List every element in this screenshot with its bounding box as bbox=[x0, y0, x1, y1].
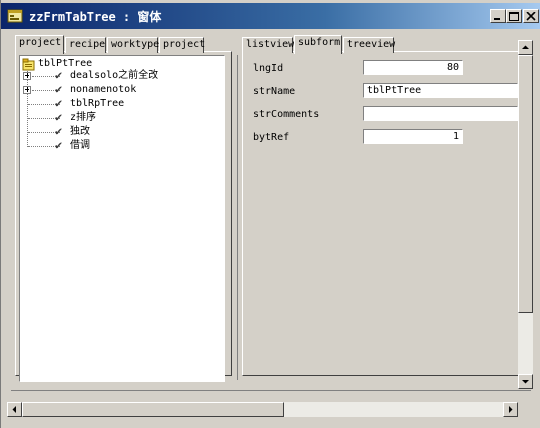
tab-label: project bbox=[163, 39, 206, 50]
tab-label: treeview bbox=[347, 39, 396, 50]
tab-label: recipe bbox=[69, 39, 106, 50]
checkmark-icon: ✔ bbox=[55, 96, 63, 110]
maximize-icon bbox=[509, 12, 519, 21]
tree-item[interactable]: dealsolo之前全改 bbox=[70, 69, 158, 83]
pane-divider[interactable] bbox=[237, 55, 238, 380]
tab-worktype[interactable]: worktype bbox=[107, 37, 160, 53]
horizontal-scrollbar[interactable] bbox=[7, 402, 518, 417]
arrow-up-icon bbox=[522, 45, 529, 49]
scroll-thumb[interactable] bbox=[22, 402, 284, 417]
tab-label: worktype bbox=[111, 39, 160, 50]
checkmark-icon: ✔ bbox=[55, 68, 63, 82]
form-icon bbox=[7, 8, 23, 24]
close-button[interactable] bbox=[523, 9, 539, 23]
maximize-button[interactable] bbox=[506, 9, 522, 23]
tree-item[interactable]: 借调 bbox=[70, 139, 90, 153]
arrow-down-icon bbox=[522, 380, 529, 384]
arrow-right-icon bbox=[509, 406, 513, 413]
checkmark-icon: ✔ bbox=[55, 82, 63, 96]
tab-label: subform bbox=[298, 37, 341, 48]
minimize-icon bbox=[494, 18, 500, 20]
lngid-field[interactable]: 80 bbox=[363, 60, 463, 75]
tab-project[interactable]: project bbox=[15, 35, 64, 54]
arrow-left-icon bbox=[12, 406, 16, 413]
strname-field[interactable]: tblPtTree bbox=[363, 83, 518, 98]
bytref-field[interactable]: 1 bbox=[363, 129, 463, 144]
tab-label: listview bbox=[246, 39, 295, 50]
close-icon bbox=[526, 12, 536, 21]
scroll-up-button[interactable] bbox=[518, 40, 533, 55]
scroll-left-button[interactable] bbox=[7, 402, 22, 417]
expand-icon[interactable] bbox=[23, 72, 31, 80]
tree-item[interactable]: tblRpTree bbox=[70, 97, 124, 111]
title-bar[interactable]: zzFrmTabTree : 窗体 bbox=[1, 3, 540, 29]
tree-view[interactable]: tblPtTree ✔ dealsolo之前全改 ✔ nonamenotok ✔… bbox=[19, 55, 225, 382]
tab-listview[interactable]: listview bbox=[242, 37, 295, 53]
tab-project-2[interactable]: project bbox=[159, 37, 206, 53]
scroll-thumb[interactable] bbox=[518, 55, 533, 313]
field-label-strname: strName bbox=[253, 86, 296, 97]
scroll-right-button[interactable] bbox=[503, 402, 518, 417]
tab-recipe[interactable]: recipe bbox=[65, 37, 106, 53]
checkmark-icon: ✔ bbox=[55, 138, 63, 152]
window-title: zzFrmTabTree : 窗体 bbox=[29, 10, 162, 24]
strcomments-field[interactable] bbox=[363, 106, 518, 121]
tree-item[interactable]: 独改 bbox=[70, 125, 90, 139]
application-window: zzFrmTabTree : 窗体 project recipe worktyp… bbox=[0, 0, 540, 428]
field-label-bytref: bytRef bbox=[253, 132, 290, 143]
checkmark-icon: ✔ bbox=[55, 124, 63, 138]
vertical-scrollbar[interactable] bbox=[518, 40, 533, 389]
tab-treeview[interactable]: treeview bbox=[343, 37, 396, 53]
tree-item[interactable]: z排序 bbox=[70, 111, 96, 125]
tree-item[interactable]: nonamenotok bbox=[70, 83, 136, 97]
expand-icon[interactable] bbox=[23, 86, 31, 94]
minimize-button[interactable] bbox=[490, 9, 506, 23]
tree-line bbox=[27, 71, 28, 147]
checkmark-icon: ✔ bbox=[55, 110, 63, 124]
tab-subform[interactable]: subform bbox=[294, 35, 342, 54]
field-label-strcomments: strComments bbox=[253, 109, 320, 120]
scroll-down-button[interactable] bbox=[518, 374, 533, 389]
tab-label: project bbox=[19, 37, 62, 48]
field-label-lngid: lngId bbox=[253, 63, 284, 74]
subform-area bbox=[248, 55, 518, 375]
separator bbox=[11, 390, 531, 391]
